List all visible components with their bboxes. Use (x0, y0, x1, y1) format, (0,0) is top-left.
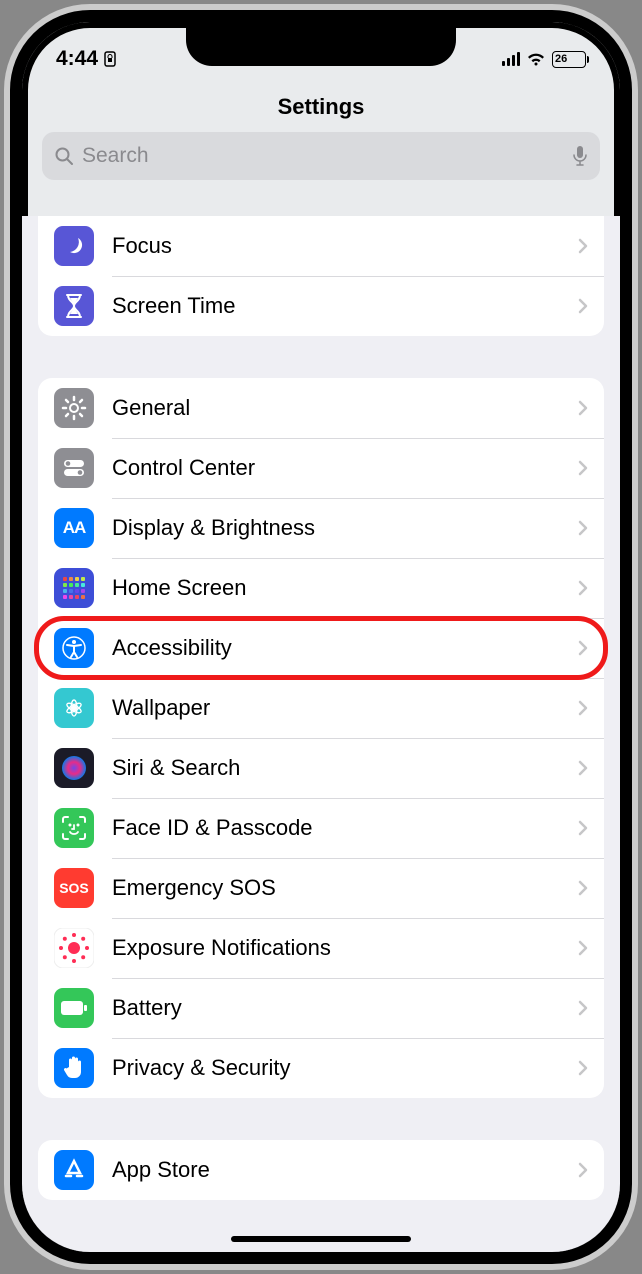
row-label: Siri & Search (112, 755, 578, 781)
settings-group: App Store (38, 1140, 604, 1200)
chevron-right-icon (578, 580, 588, 596)
grid-icon (54, 568, 94, 608)
settings-group: General Control Center AA Display & Brightn… (38, 378, 604, 1098)
flower-icon (54, 688, 94, 728)
chevron-right-icon (578, 400, 588, 416)
chevron-right-icon (578, 1060, 588, 1076)
sos-icon: SOS (54, 868, 94, 908)
search-input[interactable]: Search (42, 132, 600, 180)
row-label: General (112, 395, 578, 421)
settings-row-screen-time[interactable]: Screen Time (38, 276, 604, 336)
row-label: Home Screen (112, 575, 578, 601)
aa-icon: AA (54, 508, 94, 548)
settings-row-focus[interactable]: Focus (38, 216, 604, 276)
row-label: Emergency SOS (112, 875, 578, 901)
row-label: App Store (112, 1157, 578, 1183)
row-label: Control Center (112, 455, 578, 481)
chevron-right-icon (578, 940, 588, 956)
row-label: Exposure Notifications (112, 935, 578, 961)
faceid-icon (54, 808, 94, 848)
settings-row-siri[interactable]: Siri & Search (38, 738, 604, 798)
siri-icon (54, 748, 94, 788)
settings-row-faceid[interactable]: Face ID & Passcode (38, 798, 604, 858)
row-label: Focus (112, 233, 578, 259)
hourglass-icon (54, 286, 94, 326)
battery-percent: 26 (555, 53, 567, 65)
cellular-icon (502, 52, 520, 66)
settings-row-exposure[interactable]: Exposure Notifications (38, 918, 604, 978)
chevron-right-icon (578, 700, 588, 716)
notch (186, 22, 456, 66)
search-placeholder: Search (82, 144, 564, 168)
row-label: Privacy & Security (112, 1055, 578, 1081)
exposure-icon (54, 928, 94, 968)
settings-group: Focus Screen Time (38, 216, 604, 336)
chevron-right-icon (578, 640, 588, 656)
chevron-right-icon (578, 760, 588, 776)
settings-row-accessibility[interactable]: Accessibility (38, 618, 604, 678)
chevron-right-icon (578, 1000, 588, 1016)
mic-icon[interactable] (572, 145, 588, 167)
chevron-right-icon (578, 520, 588, 536)
phone-frame: 4:44 26 Settings Search Focus Screen Time… (10, 10, 632, 1264)
settings-row-display[interactable]: AA Display & Brightness (38, 498, 604, 558)
search-icon (54, 146, 74, 166)
chevron-right-icon (578, 820, 588, 836)
gear-icon (54, 388, 94, 428)
switches-icon (54, 448, 94, 488)
battery-icon: 26 (552, 51, 586, 68)
chevron-right-icon (578, 1162, 588, 1178)
accessibility-icon (54, 628, 94, 668)
settings-row-privacy[interactable]: Privacy & Security (38, 1038, 604, 1098)
page-title: Settings (22, 94, 620, 120)
hand-icon (54, 1048, 94, 1088)
appstore-icon (54, 1150, 94, 1190)
chevron-right-icon (578, 238, 588, 254)
settings-row-wallpaper[interactable]: Wallpaper (38, 678, 604, 738)
chevron-right-icon (578, 298, 588, 314)
home-indicator[interactable] (231, 1236, 411, 1242)
moon-icon (54, 226, 94, 266)
settings-row-app-store[interactable]: App Store (38, 1140, 604, 1200)
chevron-right-icon (578, 880, 588, 896)
settings-row-home-screen[interactable]: Home Screen (38, 558, 604, 618)
settings-row-general[interactable]: General (38, 378, 604, 438)
nav-header: Settings (22, 86, 620, 132)
chevron-right-icon (578, 460, 588, 476)
settings-row-control-center[interactable]: Control Center (38, 438, 604, 498)
settings-row-sos[interactable]: SOS Emergency SOS (38, 858, 604, 918)
orientation-lock-icon (102, 51, 118, 67)
row-label: Screen Time (112, 293, 578, 319)
row-label: Face ID & Passcode (112, 815, 578, 841)
settings-row-battery[interactable]: Battery (38, 978, 604, 1038)
wifi-icon (526, 52, 546, 67)
battery-icon (54, 988, 94, 1028)
row-label: Accessibility (112, 635, 578, 661)
status-time: 4:44 (56, 47, 98, 71)
settings-list[interactable]: Focus Screen Time General Control Center AA D… (22, 216, 620, 1252)
row-label: Battery (112, 995, 578, 1021)
row-label: Display & Brightness (112, 515, 578, 541)
row-label: Wallpaper (112, 695, 578, 721)
